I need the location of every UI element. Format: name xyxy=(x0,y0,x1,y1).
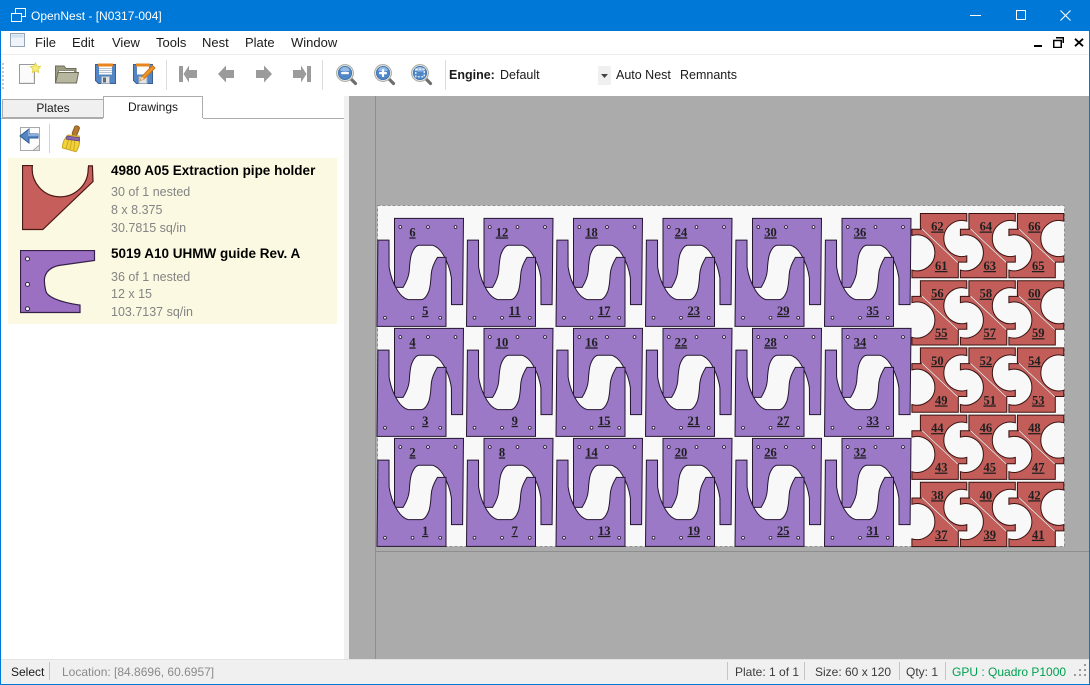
svg-text:41: 41 xyxy=(1032,528,1045,542)
svg-text:65: 65 xyxy=(1032,259,1045,273)
svg-text:11: 11 xyxy=(509,304,521,318)
svg-text:50: 50 xyxy=(931,354,944,368)
svg-text:47: 47 xyxy=(1032,461,1045,475)
svg-text:46: 46 xyxy=(980,421,993,435)
svg-text:1: 1 xyxy=(422,524,428,538)
svg-text:25: 25 xyxy=(777,524,790,538)
svg-text:16: 16 xyxy=(585,335,598,349)
svg-text:34: 34 xyxy=(854,335,867,349)
svg-text:51: 51 xyxy=(983,393,996,407)
svg-text:49: 49 xyxy=(935,393,948,407)
svg-text:35: 35 xyxy=(866,304,879,318)
svg-text:2: 2 xyxy=(409,445,415,459)
svg-text:62: 62 xyxy=(931,220,944,234)
svg-text:37: 37 xyxy=(935,528,948,542)
svg-text:31: 31 xyxy=(866,524,879,538)
svg-text:66: 66 xyxy=(1028,220,1041,234)
svg-text:28: 28 xyxy=(764,335,777,349)
svg-text:20: 20 xyxy=(675,445,688,459)
svg-text:9: 9 xyxy=(512,414,518,428)
svg-text:55: 55 xyxy=(935,326,948,340)
svg-text:52: 52 xyxy=(980,354,993,368)
svg-text:43: 43 xyxy=(935,461,948,475)
svg-text:26: 26 xyxy=(764,445,777,459)
svg-text:32: 32 xyxy=(854,445,867,459)
svg-text:3: 3 xyxy=(422,414,428,428)
svg-text:45: 45 xyxy=(983,461,996,475)
svg-text:18: 18 xyxy=(585,225,598,239)
svg-text:10: 10 xyxy=(496,335,509,349)
svg-text:58: 58 xyxy=(980,287,993,301)
svg-text:19: 19 xyxy=(687,524,700,538)
svg-text:38: 38 xyxy=(931,488,944,502)
svg-text:36: 36 xyxy=(854,225,867,239)
svg-text:44: 44 xyxy=(931,421,944,435)
svg-text:24: 24 xyxy=(675,225,688,239)
svg-text:7: 7 xyxy=(512,524,518,538)
svg-text:21: 21 xyxy=(687,414,700,428)
svg-text:6: 6 xyxy=(409,225,415,239)
svg-text:64: 64 xyxy=(980,220,993,234)
svg-text:4: 4 xyxy=(409,335,416,349)
svg-text:15: 15 xyxy=(598,414,611,428)
svg-text:17: 17 xyxy=(598,304,611,318)
svg-text:59: 59 xyxy=(1032,326,1045,340)
svg-text:30: 30 xyxy=(764,225,777,239)
svg-text:53: 53 xyxy=(1032,393,1045,407)
svg-text:27: 27 xyxy=(777,414,790,428)
svg-text:63: 63 xyxy=(983,259,996,273)
svg-text:40: 40 xyxy=(980,488,993,502)
svg-text:33: 33 xyxy=(866,414,879,428)
svg-text:12: 12 xyxy=(496,225,509,239)
svg-text:22: 22 xyxy=(675,335,688,349)
svg-text:56: 56 xyxy=(931,287,944,301)
svg-text:61: 61 xyxy=(935,259,948,273)
svg-text:39: 39 xyxy=(983,528,996,542)
svg-text:14: 14 xyxy=(585,445,598,459)
svg-text:54: 54 xyxy=(1028,354,1041,368)
svg-text:48: 48 xyxy=(1028,421,1041,435)
svg-text:5: 5 xyxy=(422,304,428,318)
svg-text:29: 29 xyxy=(777,304,790,318)
svg-text:8: 8 xyxy=(499,445,505,459)
svg-text:42: 42 xyxy=(1028,488,1041,502)
svg-text:13: 13 xyxy=(598,524,611,538)
svg-text:60: 60 xyxy=(1028,287,1041,301)
svg-text:23: 23 xyxy=(687,304,700,318)
svg-text:57: 57 xyxy=(983,326,996,340)
